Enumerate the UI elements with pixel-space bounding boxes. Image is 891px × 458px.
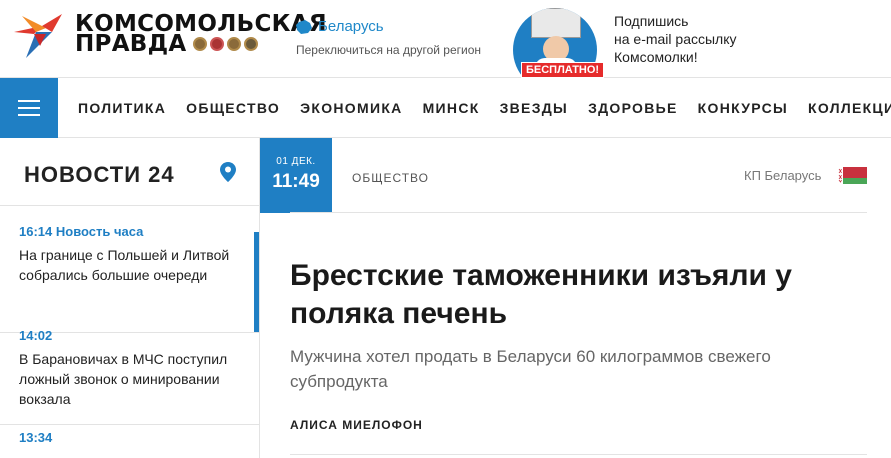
region-name[interactable]: Беларусь <box>318 18 384 35</box>
free-badge: БЕСПЛАТНО! <box>521 62 605 78</box>
article-date: 01 ДЕК. <box>276 156 316 167</box>
feed-time: 13:34 <box>19 430 53 445</box>
nav-item-stars[interactable]: ЗВЕЗДЫ <box>500 100 568 116</box>
nav-item-health[interactable]: ЗДОРОВЬЕ <box>588 100 678 116</box>
feed-headline[interactable]: На границе с Польшей и Литвой собрались … <box>19 245 244 285</box>
location-pin-icon[interactable] <box>220 162 236 182</box>
article-time: 11:49 <box>272 171 320 192</box>
main-nav: ПОЛИТИКА ОБЩЕСТВО ЭКОНОМИКА МИНСК ЗВЕЗДЫ… <box>0 78 891 138</box>
feed-headline[interactable]: В Барановичах в МЧС поступил ложный звон… <box>19 349 244 409</box>
news-feed: НОВОСТИ 24 16:14 Новость часа На границе… <box>0 138 260 458</box>
menu-hamburger-icon[interactable] <box>0 78 58 138</box>
source-label[interactable]: КП Беларусь <box>744 168 821 183</box>
article-rubric[interactable]: ОБЩЕСТВО <box>352 171 429 185</box>
active-item-indicator <box>254 232 259 333</box>
article-author[interactable]: АЛИСА МИЕЛОФОН <box>290 418 423 432</box>
list-item[interactable]: 16:14 Новость часа На границе с Польшей … <box>19 224 244 285</box>
article-headline: Брестские таможенники изъяли у поляка пе… <box>290 259 792 330</box>
feed-time: 14:02 <box>19 328 53 343</box>
nav-item-minsk[interactable]: МИНСК <box>423 100 480 116</box>
list-item[interactable]: 13:34 <box>19 430 244 445</box>
belarus-map-icon <box>296 19 312 34</box>
promo-line-1: Подпишись <box>614 13 689 29</box>
newsletter-promo-image[interactable]: БЕСПЛАТНО! <box>513 4 605 92</box>
nav-item-economy[interactable]: ЭКОНОМИКА <box>300 100 402 116</box>
article-subheadline: Мужчина хотел продать в Беларуси 60 кило… <box>290 347 771 391</box>
nav-item-society[interactable]: ОБЩЕСТВО <box>186 100 280 116</box>
newsletter-promo-text[interactable]: Подпишись на e-mail рассылку Комсомолки! <box>614 12 737 66</box>
list-item[interactable]: 14:02 В Барановичах в МЧС поступил ложны… <box>19 328 244 409</box>
orders-medals-icon <box>192 37 258 51</box>
site-header: КОМСОМОЛЬСКАЯ ПРАВДА Беларусь Переключит… <box>0 0 891 92</box>
region-selector: Беларусь Переключиться на другой регион <box>296 18 481 57</box>
nav-item-collections[interactable]: КОЛЛЕКЦИИ <box>808 100 891 116</box>
divider <box>0 424 259 425</box>
feed-time: 16:14 Новость часа <box>19 224 144 239</box>
nav-item-contests[interactable]: КОНКУРСЫ <box>698 100 788 116</box>
belarus-flag-icon <box>838 167 867 184</box>
promo-line-2: на e-mail рассылку <box>614 31 737 47</box>
logo-bird-icon[interactable] <box>12 12 64 60</box>
divider <box>290 454 867 455</box>
site-logo[interactable]: КОМСОМОЛЬСКАЯ ПРАВДА <box>75 13 327 57</box>
promo-line-3: Комсомолки! <box>614 49 698 65</box>
nav-item-politics[interactable]: ПОЛИТИКА <box>78 100 166 116</box>
divider <box>290 212 867 213</box>
news24-title[interactable]: НОВОСТИ 24 <box>24 162 175 188</box>
change-region-link[interactable]: Переключиться на другой регион <box>296 43 481 57</box>
logo-line-2: ПРАВДА <box>75 31 187 57</box>
article-datebox: 01 ДЕК. 11:49 <box>260 138 332 213</box>
news24-header: НОВОСТИ 24 <box>0 138 260 206</box>
